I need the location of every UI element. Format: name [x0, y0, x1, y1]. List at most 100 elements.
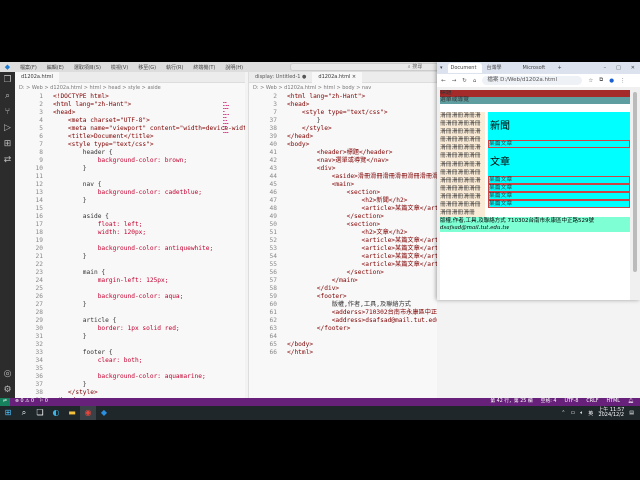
code-line[interactable]: 14 } — [15, 197, 245, 205]
explorer-icon[interactable]: ❐ — [0, 72, 15, 88]
code-line[interactable]: 10 } — [15, 165, 245, 173]
ime-indicator[interactable]: 英 — [588, 410, 593, 417]
menu-file[interactable]: 檔案(F) — [15, 64, 42, 71]
code-line[interactable]: 1 <!DOCTYPE html> — [15, 93, 245, 101]
extensions-icon[interactable]: ⊞ — [0, 136, 15, 152]
code-line[interactable]: 42 <nav>選單或導覽</nav> — [249, 157, 437, 165]
home-icon[interactable]: ⌂ — [473, 78, 477, 84]
code-line[interactable]: 19 — [15, 237, 245, 245]
code-line[interactable]: 31 } — [15, 333, 245, 341]
code-area[interactable]: 2 <html lang="zh-Hant"> 3 <head> 7 <style ty… — [249, 93, 437, 357]
right-editor[interactable]: display: Untitled-1 ● d1202a.html × D: >… — [248, 72, 437, 398]
code-line[interactable]: 62 <address>dsafsad@mail.tut.edu.tw</add… — [249, 317, 437, 325]
volume-icon[interactable]: 🔈︎ — [580, 410, 583, 416]
code-line[interactable]: 29 article { — [15, 317, 245, 325]
new-tab-button[interactable]: + — [554, 65, 566, 71]
code-line[interactable]: 25 — [15, 285, 245, 293]
code-line[interactable]: 7 <style type="text/css"> — [249, 109, 437, 117]
code-line[interactable]: 3 <head> — [15, 109, 245, 117]
code-line[interactable]: 26 background-color: aqua; — [15, 293, 245, 301]
code-line[interactable]: 43 <div> — [249, 165, 437, 173]
footer-address[interactable]: dsafsad@mail.tut.edu.tw — [440, 225, 630, 232]
code-line[interactable]: 15 — [15, 205, 245, 213]
back-icon[interactable]: ← — [441, 78, 446, 84]
code-line[interactable]: 30 border: 1px solid red; — [15, 325, 245, 333]
breadcrumb[interactable]: D: > Web > d1202a.html > html > body > n… — [249, 83, 437, 93]
start-icon[interactable]: ⊞ — [0, 406, 16, 420]
vscode-icon[interactable]: ◆ — [96, 406, 112, 420]
cursor-position[interactable]: 第 42 行，第 25 欄 — [490, 398, 532, 406]
code-line[interactable]: 33 footer { — [15, 349, 245, 357]
code-line[interactable]: 45 <main> — [249, 181, 437, 189]
code-line[interactable]: 41 <header>標題</header> — [249, 149, 437, 157]
more-icon[interactable]: ⋮ — [620, 78, 626, 84]
code-line[interactable]: 16 aside { — [15, 213, 245, 221]
network-icon[interactable]: ▭ — [571, 410, 576, 416]
code-line[interactable]: 66 </html> — [249, 349, 437, 357]
chrome-icon[interactable]: ◉ — [80, 406, 96, 420]
reload-icon[interactable]: ↻ — [462, 78, 467, 84]
code-line[interactable]: 27 } — [15, 301, 245, 309]
star-icon[interactable]: ☆ — [588, 78, 593, 84]
code-line[interactable]: 57 </main> — [249, 277, 437, 285]
left-editor[interactable]: d1202a.html D: > Web > d1202a.html > htm… — [15, 72, 245, 398]
code-line[interactable]: 5 <meta name="viewport" content="width=d… — [15, 125, 245, 133]
browser-tab-document[interactable]: Document — [447, 63, 482, 73]
problems-count[interactable]: ⊗ 0 ⚠ 0 — [10, 398, 39, 406]
edge-icon[interactable]: ◐ — [48, 406, 64, 420]
minimize-button[interactable]: – — [599, 65, 612, 71]
tab-untitled[interactable]: display: Untitled-1 ● — [249, 72, 312, 83]
menu-edit[interactable]: 編輯(E) — [42, 64, 69, 71]
menu-run[interactable]: 執行(R) — [161, 64, 188, 71]
menu-terminal[interactable]: 終端機(T) — [188, 64, 220, 71]
language-mode[interactable]: HTML — [607, 398, 620, 406]
remote-indicator-icon[interactable]: ⇌ — [0, 398, 10, 406]
code-line[interactable]: 37 } — [249, 117, 437, 125]
code-line[interactable]: 63 </footer> — [249, 325, 437, 333]
code-line[interactable]: 28 — [15, 309, 245, 317]
indentation[interactable]: 空格: 4 — [541, 398, 557, 406]
code-line[interactable]: 13 background-color: cadetblue; — [15, 189, 245, 197]
code-line[interactable]: 50 <section> — [249, 221, 437, 229]
forward-icon[interactable]: → — [452, 78, 457, 84]
code-line[interactable]: 24 margin-left: 125px; — [15, 277, 245, 285]
search-icon[interactable]: ⌕ — [16, 406, 32, 420]
code-line[interactable]: 56 </section> — [249, 269, 437, 277]
code-line[interactable]: 60 版權,作者,工具,及聯絡方式 — [249, 301, 437, 309]
code-line[interactable]: 21 } — [15, 253, 245, 261]
minimap[interactable]: ▬▬ ▬ ▬▬ ▬▬▬ ▬ ▬▬ ▬ ▬▬ ▬ ▬ ▬▬▬ ▬▬ ▬ ▬▬▬ — [223, 102, 243, 152]
code-line[interactable]: 36 background-color: aquamarine; — [15, 373, 245, 381]
browser-tab-3[interactable]: Microsoft — [520, 63, 554, 73]
code-line[interactable]: 54 <article>某篇文章</article> — [249, 253, 437, 261]
code-line[interactable]: 48 <article>某篇文章</article> — [249, 205, 437, 213]
maximize-button[interactable]: □ — [611, 65, 626, 71]
menu-go[interactable]: 移至(G) — [133, 64, 161, 71]
code-line[interactable]: 2 <html lang="zh-Hant"> — [15, 101, 245, 109]
code-line[interactable]: 8 header { — [15, 149, 245, 157]
code-line[interactable]: 47 <h2>新聞</h2> — [249, 197, 437, 205]
code-line[interactable]: 2 <html lang="zh-Hant"> — [249, 93, 437, 101]
code-line[interactable]: 52 <article>某篇文章</article> — [249, 237, 437, 245]
extensions-icon[interactable]: ⧉ — [599, 77, 603, 84]
ports-count[interactable]: ⚐ 0 — [39, 398, 48, 406]
menu-selection[interactable]: 選取項目(S) — [69, 64, 106, 71]
code-line[interactable]: 12 nav { — [15, 181, 245, 189]
notification-center-icon[interactable]: ▤ — [629, 410, 634, 416]
menu-help[interactable]: 說明(H) — [220, 64, 248, 71]
code-area[interactable]: 1 <!DOCTYPE html> 2 <html lang="zh-Hant"> 3 <… — [15, 93, 245, 398]
close-button[interactable]: ✕ — [626, 65, 640, 71]
code-line[interactable]: 51 <h2>文章</h2> — [249, 229, 437, 237]
task-view-icon[interactable]: ❏ — [32, 406, 48, 420]
code-line[interactable]: 11 — [15, 173, 245, 181]
code-line[interactable]: 35 — [15, 365, 245, 373]
code-line[interactable]: 6 <title>Document</title> — [15, 133, 245, 141]
code-line[interactable]: 49 </section> — [249, 213, 437, 221]
search-icon[interactable]: ⌕ — [0, 88, 15, 104]
notifications-icon[interactable]: 🔔︎ — [628, 398, 634, 406]
code-line[interactable]: 9 background-color: brown; — [15, 157, 245, 165]
code-line[interactable]: 4 <meta charset="UTF-8"> — [15, 117, 245, 125]
encoding[interactable]: UTF-8 — [564, 398, 578, 406]
code-line[interactable]: 32 — [15, 341, 245, 349]
file-explorer-icon[interactable]: ▬ — [64, 406, 80, 420]
code-line[interactable]: 61 <adderss>710302台南市永康區中正路529號</adderss… — [249, 309, 437, 317]
